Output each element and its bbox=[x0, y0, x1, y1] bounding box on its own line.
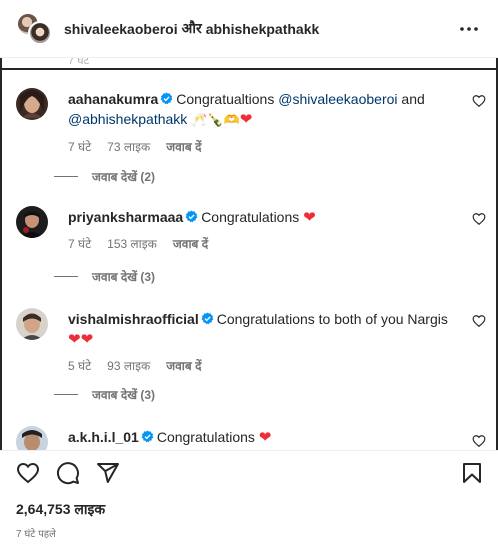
comment-username[interactable]: vishalmishraofficial bbox=[68, 311, 199, 327]
comment-body: Congratulations to both of you Nargis bbox=[216, 311, 448, 327]
reply-button[interactable]: जवाब दें bbox=[166, 137, 201, 157]
avatar[interactable] bbox=[16, 308, 48, 340]
view-replies-label[interactable]: जवाब देखें (3) bbox=[92, 268, 155, 285]
avatar[interactable] bbox=[16, 426, 48, 450]
divider bbox=[54, 394, 78, 395]
comment-username[interactable]: priyanksharmaaa bbox=[68, 209, 183, 225]
like-comment-icon[interactable] bbox=[472, 434, 486, 448]
like-comment-icon[interactable] bbox=[472, 314, 486, 328]
view-replies-label[interactable]: जवाब देखें (2) bbox=[92, 168, 155, 185]
comment-icon[interactable] bbox=[56, 461, 80, 485]
comment-body: and bbox=[401, 91, 425, 107]
post-header: shivaleekaoberoi और abhishekpathakk bbox=[0, 0, 498, 58]
author-link[interactable]: abhishekpathakk bbox=[206, 21, 320, 37]
comment-body: Congratualtions bbox=[176, 91, 275, 107]
divider bbox=[54, 276, 78, 277]
avatar[interactable] bbox=[16, 88, 48, 120]
share-icon[interactable] bbox=[96, 461, 120, 485]
avatar[interactable] bbox=[28, 20, 52, 45]
divider bbox=[2, 68, 496, 70]
verified-badge-icon bbox=[185, 210, 198, 223]
comment-likes[interactable]: 153 लाइक bbox=[107, 234, 157, 254]
reply-button[interactable]: जवाब दें bbox=[173, 234, 208, 254]
comment-text: priyanksharmaaa Congratulations ❤ 7 घंटे … bbox=[68, 207, 458, 254]
avatar[interactable] bbox=[16, 206, 48, 238]
comment-text: vishalmishraofficial Congratulations to b… bbox=[68, 309, 458, 376]
red-heart-emoji: ❤ bbox=[239, 111, 253, 128]
comment-text: a.k.h.i.l_01 Congratulations ❤ bbox=[68, 427, 458, 448]
comment-username[interactable]: a.k.h.i.l_01 bbox=[68, 429, 139, 445]
like-comment-icon[interactable] bbox=[472, 212, 486, 226]
red-heart-emoji: ❤❤ bbox=[68, 331, 94, 348]
like-icon[interactable] bbox=[16, 461, 40, 485]
collab-avatars[interactable] bbox=[16, 11, 54, 46]
comments-list[interactable]: 7 घंटे aahanakumra Congratualtions @shiva… bbox=[0, 58, 498, 450]
like-comment-icon[interactable] bbox=[472, 94, 486, 108]
author-conjunction: और bbox=[181, 20, 202, 36]
comment-username[interactable]: aahanakumra bbox=[68, 91, 158, 107]
comment-time[interactable]: 7 घंटे bbox=[68, 234, 91, 254]
mention-link[interactable]: @abhishekpathakk bbox=[68, 111, 187, 127]
red-heart-emoji: ❤ bbox=[258, 429, 272, 446]
comment-text: aahanakumra Congratualtions @shivaleekaob… bbox=[68, 89, 458, 157]
save-bookmark-icon[interactable] bbox=[460, 461, 484, 485]
view-replies-button[interactable]: जवाब देखें (3) bbox=[54, 268, 155, 285]
comment-meta: 5 घंटे 93 लाइक जवाब दें bbox=[68, 356, 458, 376]
more-options-icon[interactable] bbox=[458, 18, 480, 40]
comment-likes[interactable]: 93 लाइक bbox=[107, 356, 150, 376]
comment-time[interactable]: 5 घंटे bbox=[68, 356, 91, 376]
comment-meta: 7 घंटे 153 लाइक जवाब दें bbox=[68, 234, 458, 254]
comment-body: Congratulations bbox=[201, 209, 300, 225]
comment-meta: 7 घंटे 73 लाइक जवाब दें bbox=[68, 137, 458, 157]
emoji-group: 🥂🍾🫶 bbox=[191, 113, 240, 128]
post-timestamp[interactable]: 7 घंटे पहले bbox=[16, 526, 56, 540]
post-authors: shivaleekaoberoi और abhishekpathakk bbox=[64, 19, 319, 38]
view-replies-button[interactable]: जवाब देखें (3) bbox=[54, 386, 155, 403]
view-replies-button[interactable]: जवाब देखें (2) bbox=[54, 168, 155, 185]
verified-badge-icon bbox=[141, 430, 154, 443]
comment-body: Congratulations bbox=[156, 429, 255, 445]
red-heart-emoji: ❤ bbox=[303, 209, 316, 226]
verified-badge-icon bbox=[201, 312, 214, 325]
divider bbox=[54, 176, 78, 177]
post-like-count[interactable]: 2,64,753 लाइक bbox=[16, 500, 105, 519]
comment-time-partial: 7 घंटे bbox=[68, 58, 90, 66]
post-action-bar bbox=[0, 450, 498, 494]
view-replies-label[interactable]: जवाब देखें (3) bbox=[92, 386, 155, 403]
comment-likes[interactable]: 73 लाइक bbox=[107, 137, 150, 157]
verified-badge-icon bbox=[160, 92, 173, 105]
mention-link[interactable]: @shivaleekaoberoi bbox=[278, 91, 397, 107]
reply-button[interactable]: जवाब दें bbox=[166, 356, 201, 376]
comment-time[interactable]: 7 घंटे bbox=[68, 137, 91, 157]
author-link[interactable]: shivaleekaoberoi bbox=[64, 21, 178, 37]
